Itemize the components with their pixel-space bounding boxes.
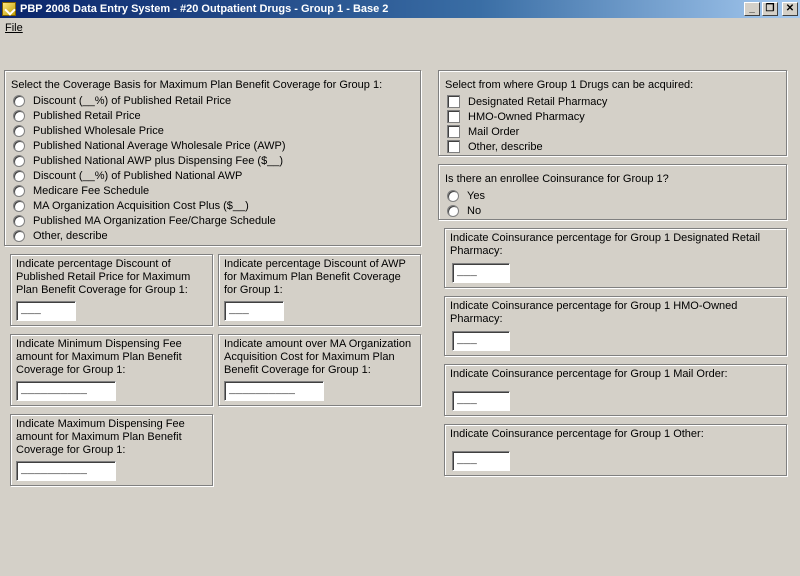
acquire-option-mail[interactable]: Mail Order [447, 124, 519, 139]
coverage-option-7[interactable]: Medicare Fee Schedule [13, 183, 149, 198]
acquire-from-label: Select from where Group 1 Drugs can be a… [445, 79, 694, 91]
radio-button[interactable] [13, 109, 25, 122]
coverage-option-9[interactable]: Published MA Organization Fee/Charge Sch… [13, 213, 276, 228]
coins-other-group: Indicate Coinsurance percentage for Grou… [444, 424, 787, 476]
coinsurance-no[interactable]: No [447, 203, 481, 218]
coverage-option-1[interactable]: Discount (__%) of Published Retail Price [13, 93, 231, 108]
coins-mail-field[interactable]: ___ [452, 391, 510, 411]
min-dispensing-fee-label: Indicate Minimum Dispensing Fee amount f… [16, 338, 182, 376]
max-dispensing-fee-group: Indicate Maximum Dispensing Fee amount f… [10, 414, 213, 486]
acquire-option-retail[interactable]: Designated Retail Pharmacy [447, 94, 607, 109]
max-dispensing-fee-label: Indicate Maximum Dispensing Fee amount f… [16, 418, 185, 456]
amount-over-ma-group: Indicate amount over MA Organization Acq… [218, 334, 421, 406]
coins-hmo-group: Indicate Coinsurance percentage for Grou… [444, 296, 787, 356]
radio-button[interactable] [447, 189, 459, 202]
coins-hmo-field[interactable]: ___ [452, 331, 510, 351]
coins-retail-field[interactable]: ___ [452, 263, 510, 283]
radio-button[interactable] [13, 94, 25, 107]
coverage-option-5[interactable]: Published National AWP plus Dispensing F… [13, 153, 283, 168]
coverage-option-8[interactable]: MA Organization Acquisition Cost Plus ($… [13, 198, 249, 213]
amount-over-ma-label: Indicate amount over MA Organization Acq… [224, 338, 412, 376]
coverage-option-6[interactable]: Discount (__%) of Published National AWP [13, 168, 242, 183]
coins-other-label: Indicate Coinsurance percentage for Grou… [450, 428, 704, 440]
radio-button[interactable] [13, 199, 25, 212]
minimize-button[interactable]: _ [744, 2, 760, 16]
max-dispensing-fee-field[interactable]: __________ [16, 461, 116, 481]
checkbox[interactable] [447, 110, 460, 123]
pct-discount-retail-group: Indicate percentage Discount of Publishe… [10, 254, 213, 326]
close-button[interactable]: ✕ [782, 2, 798, 16]
acquire-option-hmo[interactable]: HMO-Owned Pharmacy [447, 109, 585, 124]
radio-button[interactable] [13, 214, 25, 227]
coinsurance-yes[interactable]: Yes [447, 188, 485, 203]
pct-discount-awp-field[interactable]: ___ [224, 301, 284, 321]
coverage-option-4[interactable]: Published National Average Wholesale Pri… [13, 138, 286, 153]
radio-button[interactable] [13, 139, 25, 152]
coins-hmo-label: Indicate Coinsurance percentage for Grou… [450, 300, 738, 325]
app-icon [2, 2, 16, 16]
coverage-option-10[interactable]: Other, describe [13, 228, 108, 243]
coinsurance-question-group: Is there an enrollee Coinsurance for Gro… [438, 164, 787, 220]
coins-other-field[interactable]: ___ [452, 451, 510, 471]
radio-button[interactable] [13, 124, 25, 137]
coverage-option-2[interactable]: Published Retail Price [13, 108, 141, 123]
coverage-basis-group: Select the Coverage Basis for Maximum Pl… [4, 70, 421, 246]
pct-discount-retail-field[interactable]: ___ [16, 301, 76, 321]
radio-button[interactable] [13, 184, 25, 197]
acquire-from-group: Select from where Group 1 Drugs can be a… [438, 70, 787, 156]
menu-bar: File [0, 19, 800, 37]
checkbox[interactable] [447, 95, 460, 108]
menu-file[interactable]: File [5, 22, 23, 34]
maximize-button[interactable]: ❐ [762, 2, 778, 16]
pct-discount-awp-group: Indicate percentage Discount of AWP for … [218, 254, 421, 326]
acquire-option-other[interactable]: Other, describe [447, 139, 543, 154]
checkbox[interactable] [447, 125, 460, 138]
coverage-basis-label: Select the Coverage Basis for Maximum Pl… [11, 79, 383, 91]
min-dispensing-fee-group: Indicate Minimum Dispensing Fee amount f… [10, 334, 213, 406]
radio-button[interactable] [13, 229, 25, 242]
pct-discount-retail-label: Indicate percentage Discount of Publishe… [16, 258, 191, 296]
coinsurance-question-label: Is there an enrollee Coinsurance for Gro… [445, 173, 669, 185]
radio-button[interactable] [13, 154, 25, 167]
radio-button[interactable] [13, 169, 25, 182]
min-dispensing-fee-field[interactable]: __________ [16, 381, 116, 401]
coins-retail-label: Indicate Coinsurance percentage for Grou… [450, 232, 761, 257]
coins-mail-group: Indicate Coinsurance percentage for Grou… [444, 364, 787, 416]
window-title: PBP 2008 Data Entry System - #20 Outpati… [20, 3, 389, 15]
title-bar: PBP 2008 Data Entry System - #20 Outpati… [0, 0, 800, 18]
amount-over-ma-field[interactable]: __________ [224, 381, 324, 401]
checkbox[interactable] [447, 140, 460, 153]
coins-mail-label: Indicate Coinsurance percentage for Grou… [450, 368, 728, 380]
radio-button[interactable] [447, 204, 459, 217]
coverage-option-3[interactable]: Published Wholesale Price [13, 123, 164, 138]
pct-discount-awp-label: Indicate percentage Discount of AWP for … [224, 258, 406, 296]
coins-retail-group: Indicate Coinsurance percentage for Grou… [444, 228, 787, 288]
